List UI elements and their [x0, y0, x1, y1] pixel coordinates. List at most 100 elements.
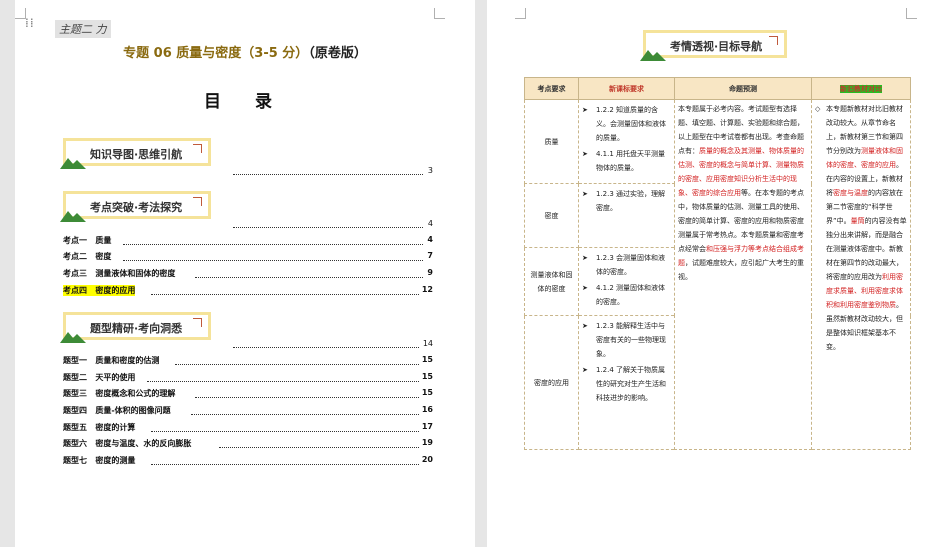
toc-entry[interactable]: 题型一 质量和密度的估测 15 [63, 355, 433, 368]
leader-dots [195, 277, 423, 278]
toc-entry[interactable]: 题型四 质量-体积的图像问题 16 [63, 405, 433, 418]
page-number: 14 [422, 339, 433, 348]
requirement-cell: ➤ 1.2.3 通过实验，理解密度。 [578, 183, 675, 248]
section-label: 题型精研·考向洞悉 [90, 322, 183, 335]
section-header-exam-overview: 考情透视·目标导航 [640, 30, 787, 61]
requirement-item: ➤ 1.2.3 会测量固体和液体的密度。 [582, 251, 671, 279]
toc-entry[interactable]: 考点三 测量液体和固体的密度 9 [63, 268, 433, 281]
page-number: 12 [421, 285, 433, 294]
mountain-icon [640, 50, 666, 61]
leader-dots [233, 174, 423, 175]
toc-entry[interactable]: 题型三 密度概念和公式的理解 15 [63, 388, 433, 401]
toc-entry-text: 题型二 天平的使用 [63, 373, 136, 382]
requirement-item: ➤ 4.1.1 用托盘天平测量物体的质量。 [582, 147, 671, 175]
left-page: ⁞⁞ 主题二 力 专题 06 质量与密度（3-5 分）（原卷版） 目 录 知识导… [15, 0, 475, 547]
toc-entry[interactable]: 题型七 密度的测量 20 [63, 455, 433, 468]
drag-handle-icon[interactable]: ⁞⁞ [25, 17, 35, 34]
arrow-bullet-icon: ➤ [582, 254, 588, 262]
requirement-item: ➤ 1.2.2 知道质量的含义。会测量固体和液体的质量。 [582, 103, 671, 145]
toc-entry-text: 题型一 质量和密度的估测 [63, 356, 160, 365]
exam-analysis-table: 考点要求 新课标要求 命题预测 新旧教材对比 质量 ➤ 1.2.2 知道质量的含义… [524, 77, 911, 450]
body-text: ，试题难度较大，应引起广大考生的重视。 [678, 259, 804, 281]
toc-entry-text: 考点二 密度 [63, 252, 112, 261]
corner-marker-icon [515, 8, 526, 19]
topic-cell: 密度 [524, 183, 579, 248]
toc-entry-text: 题型三 密度概念和公式的理解 [63, 389, 176, 398]
corner-tick-icon [193, 197, 202, 206]
arrow-bullet-icon: ➤ [582, 106, 588, 114]
column-header: 考点要求 [524, 77, 579, 100]
leader-dots [123, 244, 423, 245]
page-number: 15 [421, 355, 433, 364]
requirement-item: ➤ 4.1.2 测量固体和液体的密度。 [582, 281, 671, 309]
header-highlight: 新旧教材对比 [840, 84, 882, 93]
leader-dots [219, 447, 419, 448]
requirement-item: ➤ 1.2.3 通过实验，理解密度。 [582, 187, 671, 215]
arrow-bullet-icon: ➤ [582, 366, 588, 374]
comparison-cell: ◇ 本专题新教材对比旧教材改动较大。从章节命名上，新教材第三节和第四节分别改为测量… [811, 99, 911, 450]
page-number: 3 [427, 166, 433, 175]
page-number: 16 [421, 405, 433, 414]
toc-entry-text: 题型六 密度与温度、水的反向膨胀 [63, 439, 192, 448]
topic-cell: 测量液体和固体的密度 [524, 247, 579, 316]
diamond-bullet-icon: ◇ [815, 105, 821, 113]
toc-entry-text: 考点三 测量液体和固体的密度 [63, 269, 176, 278]
section-label: 考点突破·考法探究 [90, 201, 183, 214]
prediction-cell: 本专题属于必考内容。考试题型有选择题、填空题、计算题、实验题和综合题，以上题型在… [674, 99, 812, 450]
corner-marker-icon [906, 8, 917, 19]
right-page: 考情透视·目标导航 考点要求 新课标要求 命题预测 新旧教材对比 质量 ➤ 1.2… [487, 0, 947, 547]
section-header-breakthrough: 考点突破·考法探究 [60, 191, 211, 222]
leader-dots [233, 347, 419, 348]
toc-entry-text: 题型四 质量-体积的图像问题 [63, 406, 171, 415]
toc-entry[interactable]: 考点二 密度 7 [63, 251, 433, 264]
requirement-cell: ➤ 1.2.3 能解释生活中与密度有关的一些物理现象。 ➤ 1.2.4 了解关于物质… [578, 315, 675, 450]
toc-entry[interactable]: 题型五 密度的计算 17 [63, 422, 433, 435]
toc-title: 目 录 [204, 92, 286, 112]
leader-dots [151, 464, 419, 465]
leader-dots [123, 260, 423, 261]
toc-entry[interactable]: 题型二 天平的使用 15 [63, 372, 433, 385]
corner-tick-icon [193, 144, 202, 153]
arrow-bullet-icon: ➤ [582, 150, 588, 158]
leader-dots [147, 381, 419, 382]
section-label: 考情透视·目标导航 [670, 40, 763, 53]
toc-entry-text: 题型七 密度的测量 [63, 456, 136, 465]
theme-tag[interactable]: 主题二 力 [55, 20, 111, 38]
table-header-row: 考点要求 新课标要求 命题预测 新旧教材对比 [524, 77, 911, 100]
toc-entry[interactable]: 4 [63, 219, 433, 231]
toc-entry-text: 考点四 密度的应用 [63, 285, 136, 296]
leader-dots [195, 397, 419, 398]
page-number: 9 [427, 268, 433, 277]
toc-entry-text: 考点一 质量 [63, 236, 112, 245]
arrow-bullet-icon: ➤ [582, 284, 588, 292]
corner-marker-icon [434, 8, 445, 19]
leader-dots [233, 227, 423, 228]
leader-dots [151, 431, 419, 432]
column-header: 命题预测 [674, 77, 812, 100]
toc-entry-highlighted[interactable]: 考点四 密度的应用 12 [63, 285, 433, 298]
page-number: 15 [421, 372, 433, 381]
table-row: 质量 ➤ 1.2.2 知道质量的含义。会测量固体和液体的质量。 ➤ 4.1.1 用托… [524, 99, 911, 450]
toc-entry[interactable]: 14 [63, 339, 433, 351]
corner-tick-icon [769, 36, 778, 45]
toc-entry-text: 题型五 密度的计算 [63, 423, 136, 432]
column-header: 新旧教材对比 [811, 77, 911, 100]
title-main: 专题 06 质量与密度（3-5 分） [123, 46, 309, 61]
requirement-cell: ➤ 1.2.2 知道质量的含义。会测量固体和液体的质量。 ➤ 4.1.1 用托盘天平… [578, 99, 675, 184]
section-header-mindmap: 知识导图·思维引航 [60, 138, 211, 169]
section-label: 知识导图·思维引航 [90, 148, 183, 161]
section-header-question-types: 题型精研·考向洞悉 [60, 312, 211, 343]
leader-dots [151, 294, 419, 295]
corner-tick-icon [193, 318, 202, 327]
page-number: 15 [421, 388, 433, 397]
page-number: 17 [421, 422, 433, 431]
toc-entry[interactable]: 3 [63, 166, 433, 178]
toc-entry[interactable]: 题型六 密度与温度、水的反向膨胀 19 [63, 438, 433, 451]
page-number: 4 [427, 219, 433, 228]
requirement-item: ➤ 1.2.3 能解释生活中与密度有关的一些物理现象。 [582, 319, 671, 361]
requirement-item: ➤ 1.2.4 了解关于物质属性的研究对生产生活和科技进步的影响。 [582, 363, 671, 405]
toc-entry[interactable]: 考点一 质量 4 [63, 235, 433, 248]
leader-dots [191, 414, 419, 415]
leader-dots [175, 364, 419, 365]
topic-cell: 密度的应用 [524, 315, 579, 450]
